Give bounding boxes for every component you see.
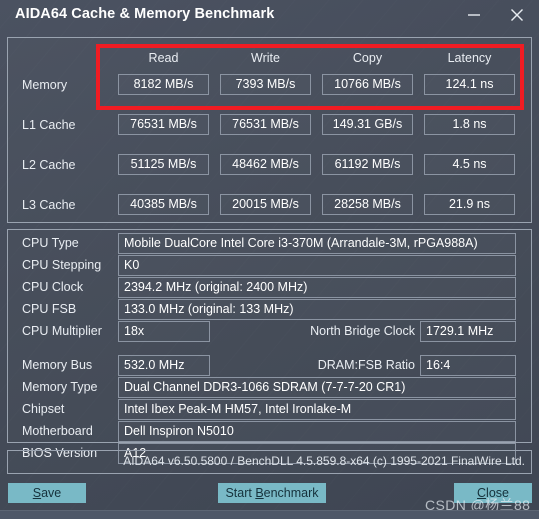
label-memory-type: Memory Type [22, 380, 98, 394]
memory-copy-value: 10766 MB/s [322, 74, 413, 95]
row-label-l3-cache: L3 Cache [22, 198, 76, 212]
l2-latency-value: 4.5 ns [424, 154, 515, 175]
value-cpu-type: Mobile DualCore Intel Core i3-370M (Arra… [118, 233, 516, 254]
save-label-suffix: ave [41, 486, 62, 500]
close-button[interactable]: Close [454, 483, 532, 503]
l3-write-value: 20015 MB/s [220, 194, 311, 215]
row-label-memory: Memory [22, 78, 68, 92]
close-label-suffix: lose [486, 486, 509, 500]
memory-read-value: 8182 MB/s [118, 74, 209, 95]
title-bar: AIDA64 Cache & Memory Benchmark [0, 0, 539, 32]
value-chipset: Intel Ibex Peak-M HM57, Intel Ironlake-M [118, 399, 516, 420]
column-header-latency: Latency [447, 51, 492, 65]
l1-copy-value: 149.31 GB/s [322, 114, 413, 135]
l3-latency-value: 21.9 ns [424, 194, 515, 215]
value-motherboard: Dell Inspiron N5010 [118, 421, 516, 442]
value-cpu-stepping: K0 [118, 255, 516, 276]
minimize-button[interactable] [462, 4, 486, 26]
benchmark-label-prefix: Start [225, 486, 256, 500]
l3-copy-value: 28258 MB/s [322, 194, 413, 215]
value-north-bridge-clock: 1729.1 MHz [420, 321, 516, 342]
window-title: AIDA64 Cache & Memory Benchmark [15, 6, 275, 22]
version-info-panel: AIDA64 v6.50.5800 / BenchDLL 4.5.859.8-x… [7, 450, 532, 474]
version-text: AIDA64 v6.50.5800 / BenchDLL 4.5.859.8-x… [123, 454, 525, 468]
label-cpu-multiplier: CPU Multiplier [22, 324, 102, 338]
label-dram-fsb-ratio: DRAM:FSB Ratio [317, 358, 415, 372]
l3-read-value: 40385 MB/s [118, 194, 209, 215]
benchmark-label-suffix: enchmark [263, 486, 319, 500]
l2-copy-value: 61192 MB/s [322, 154, 413, 175]
label-chipset: Chipset [22, 402, 65, 416]
label-motherboard: Motherboard [22, 424, 93, 438]
save-button[interactable]: Save [8, 483, 86, 503]
minimize-icon [468, 14, 480, 16]
value-memory-bus: 532.0 MHz [118, 355, 210, 376]
l1-read-value: 76531 MB/s [118, 114, 209, 135]
value-dram-fsb-ratio: 16:4 [420, 355, 516, 376]
memory-write-value: 7393 MB/s [220, 74, 311, 95]
label-cpu-fsb: CPU FSB [22, 302, 77, 316]
memory-latency-value: 124.1 ns [424, 74, 515, 95]
save-label-accel: S [32, 486, 42, 500]
column-header-write: Write [251, 51, 280, 65]
row-label-l1-cache: L1 Cache [22, 118, 76, 132]
close-label-accel: C [477, 486, 487, 500]
value-cpu-clock: 2394.2 MHz (original: 2400 MHz) [118, 277, 516, 298]
label-cpu-clock: CPU Clock [22, 280, 84, 294]
value-cpu-multiplier: 18x [118, 321, 210, 342]
bottom-strip [0, 510, 539, 519]
label-north-bridge-clock: North Bridge Clock [310, 324, 415, 338]
label-cpu-stepping: CPU Stepping [22, 258, 102, 272]
column-header-copy: Copy [352, 51, 383, 65]
close-icon [511, 9, 523, 21]
l2-read-value: 51125 MB/s [118, 154, 209, 175]
aida64-benchmark-window: AIDA64 Cache & Memory Benchmark Read Wri… [0, 0, 539, 519]
label-cpu-type: CPU Type [22, 236, 79, 250]
start-benchmark-button[interactable]: Start Benchmark [218, 483, 326, 503]
l1-latency-value: 1.8 ns [424, 114, 515, 135]
row-label-l2-cache: L2 Cache [22, 158, 76, 172]
l1-write-value: 76531 MB/s [220, 114, 311, 135]
benchmark-label-accel: B [255, 486, 264, 500]
column-header-read: Read [148, 51, 179, 65]
close-window-button[interactable] [505, 4, 529, 26]
l2-write-value: 48462 MB/s [220, 154, 311, 175]
value-memory-type: Dual Channel DDR3-1066 SDRAM (7-7-7-20 C… [118, 377, 516, 398]
label-memory-bus: Memory Bus [22, 358, 93, 372]
value-cpu-fsb: 133.0 MHz (original: 133 MHz) [118, 299, 516, 320]
